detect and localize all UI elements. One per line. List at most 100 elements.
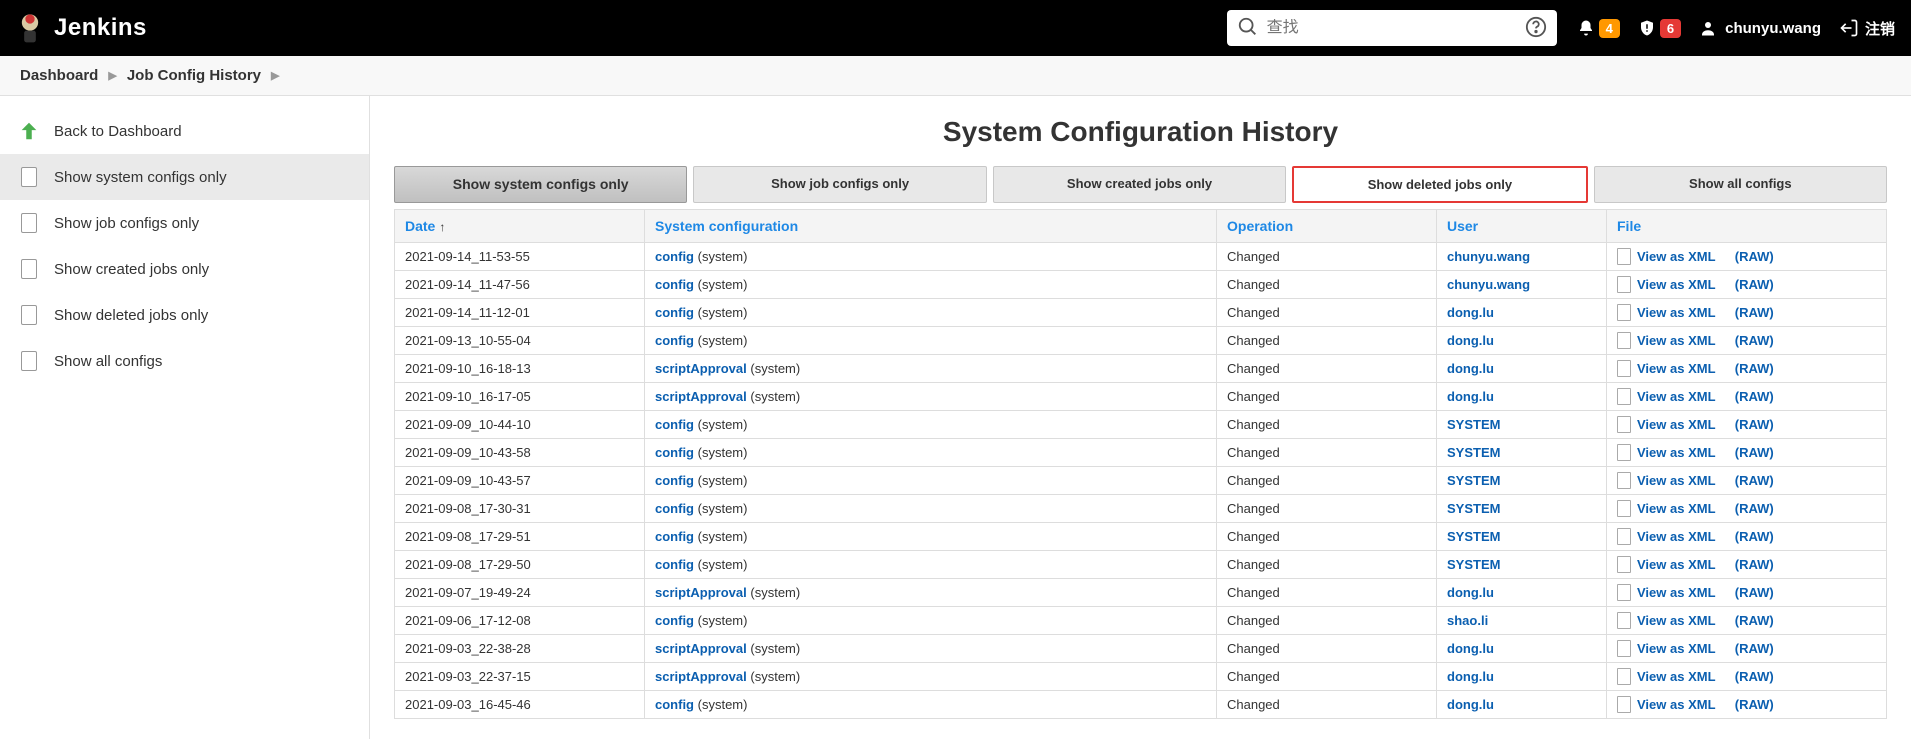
sidebar-item-show-deleted-jobs[interactable]: Show deleted jobs only [0, 292, 369, 338]
notifications[interactable]: 4 [1577, 19, 1620, 38]
sidebar-item-show-all-configs[interactable]: Show all configs [0, 338, 369, 384]
config-link[interactable]: config [655, 333, 694, 348]
user-link[interactable]: SYSTEM [1447, 473, 1500, 488]
search-input[interactable] [1267, 19, 1517, 37]
view-xml-link[interactable]: View as XML [1637, 669, 1716, 684]
view-raw-link[interactable]: (RAW) [1735, 473, 1774, 488]
config-link[interactable]: config [655, 557, 694, 572]
view-xml-link[interactable]: View as XML [1637, 249, 1716, 264]
view-xml-link[interactable]: View as XML [1637, 529, 1716, 544]
filter-button-2[interactable]: Show created jobs only [993, 166, 1286, 203]
sidebar-item-show-system-configs[interactable]: Show system configs only [0, 154, 369, 200]
config-link[interactable]: scriptApproval [655, 641, 747, 656]
view-raw-link[interactable]: (RAW) [1735, 389, 1774, 404]
config-link[interactable]: config [655, 613, 694, 628]
config-link[interactable]: scriptApproval [655, 669, 747, 684]
cell-date: 2021-09-08_17-29-50 [395, 551, 645, 579]
breadcrumb-dashboard[interactable]: Dashboard [20, 67, 98, 84]
th-user[interactable]: User [1447, 218, 1478, 234]
config-link[interactable]: config [655, 249, 694, 264]
user-link[interactable]: dong.lu [1447, 389, 1494, 404]
help-icon[interactable] [1525, 16, 1547, 41]
th-date[interactable]: Date [405, 218, 435, 234]
view-xml-link[interactable]: View as XML [1637, 333, 1716, 348]
config-link[interactable]: config [655, 529, 694, 544]
user-link[interactable]: shao.li [1447, 613, 1488, 628]
config-link[interactable]: config [655, 445, 694, 460]
view-raw-link[interactable]: (RAW) [1735, 557, 1774, 572]
view-raw-link[interactable]: (RAW) [1735, 669, 1774, 684]
view-xml-link[interactable]: View as XML [1637, 305, 1716, 320]
user-link[interactable]: SYSTEM [1447, 501, 1500, 516]
document-icon [1617, 360, 1631, 377]
view-xml-link[interactable]: View as XML [1637, 277, 1716, 292]
config-link[interactable]: config [655, 697, 694, 712]
view-raw-link[interactable]: (RAW) [1735, 585, 1774, 600]
user-link[interactable]: SYSTEM [1447, 445, 1500, 460]
view-xml-link[interactable]: View as XML [1637, 389, 1716, 404]
view-xml-link[interactable]: View as XML [1637, 585, 1716, 600]
view-raw-link[interactable]: (RAW) [1735, 529, 1774, 544]
config-link[interactable]: config [655, 473, 694, 488]
config-link[interactable]: scriptApproval [655, 585, 747, 600]
breadcrumb-page[interactable]: Job Config History [127, 67, 261, 84]
config-link[interactable]: config [655, 417, 694, 432]
user-link[interactable]: SYSTEM [1447, 557, 1500, 572]
user-link[interactable]: chunyu.wang [1447, 249, 1530, 264]
filter-button-3[interactable]: Show deleted jobs only [1292, 166, 1587, 203]
user-link[interactable]: dong.lu [1447, 361, 1494, 376]
user-link[interactable]: dong.lu [1447, 585, 1494, 600]
view-raw-link[interactable]: (RAW) [1735, 333, 1774, 348]
config-link[interactable]: scriptApproval [655, 361, 747, 376]
th-operation[interactable]: Operation [1227, 218, 1293, 234]
view-raw-link[interactable]: (RAW) [1735, 501, 1774, 516]
view-raw-link[interactable]: (RAW) [1735, 697, 1774, 712]
filter-button-4[interactable]: Show all configs [1594, 166, 1887, 203]
logo-link[interactable]: Jenkins [16, 12, 147, 44]
view-xml-link[interactable]: View as XML [1637, 501, 1716, 516]
user-link[interactable]: dong.lu [1447, 305, 1494, 320]
logout-link[interactable]: 注销 [1839, 18, 1895, 39]
cell-operation: Changed [1217, 523, 1437, 551]
view-xml-link[interactable]: View as XML [1637, 473, 1716, 488]
view-xml-link[interactable]: View as XML [1637, 697, 1716, 712]
config-link[interactable]: scriptApproval [655, 389, 747, 404]
cell-operation: Changed [1217, 663, 1437, 691]
user-link[interactable]: dong.lu [1447, 641, 1494, 656]
config-link[interactable]: config [655, 501, 694, 516]
alerts[interactable]: 6 [1638, 19, 1681, 38]
view-raw-link[interactable]: (RAW) [1735, 249, 1774, 264]
view-raw-link[interactable]: (RAW) [1735, 277, 1774, 292]
view-raw-link[interactable]: (RAW) [1735, 361, 1774, 376]
view-raw-link[interactable]: (RAW) [1735, 613, 1774, 628]
config-link[interactable]: config [655, 305, 694, 320]
view-xml-link[interactable]: View as XML [1637, 361, 1716, 376]
view-raw-link[interactable]: (RAW) [1735, 445, 1774, 460]
user-link[interactable]: SYSTEM [1447, 529, 1500, 544]
view-xml-link[interactable]: View as XML [1637, 445, 1716, 460]
view-xml-link[interactable]: View as XML [1637, 557, 1716, 572]
search-box[interactable] [1227, 10, 1557, 46]
sidebar-item-back-to-dashboard[interactable]: Back to Dashboard [0, 108, 369, 154]
sidebar-item-show-job-configs[interactable]: Show job configs only [0, 200, 369, 246]
view-raw-link[interactable]: (RAW) [1735, 417, 1774, 432]
view-xml-link[interactable]: View as XML [1637, 417, 1716, 432]
user-link[interactable]: dong.lu [1447, 333, 1494, 348]
user-link[interactable]: chunyu.wang [1447, 277, 1530, 292]
view-raw-link[interactable]: (RAW) [1735, 305, 1774, 320]
config-link[interactable]: config [655, 277, 694, 292]
filter-button-1[interactable]: Show job configs only [693, 166, 986, 203]
user-link[interactable]: dong.lu [1447, 669, 1494, 684]
view-raw-link[interactable]: (RAW) [1735, 641, 1774, 656]
user-link[interactable]: chunyu.wang [1699, 19, 1821, 37]
sidebar-item-show-created-jobs[interactable]: Show created jobs only [0, 246, 369, 292]
user-link[interactable]: dong.lu [1447, 697, 1494, 712]
document-icon [1617, 640, 1631, 657]
cell-date: 2021-09-13_10-55-04 [395, 327, 645, 355]
view-xml-link[interactable]: View as XML [1637, 641, 1716, 656]
filter-button-0[interactable]: Show system configs only [394, 166, 687, 203]
view-xml-link[interactable]: View as XML [1637, 613, 1716, 628]
user-link[interactable]: SYSTEM [1447, 417, 1500, 432]
th-file[interactable]: File [1617, 218, 1641, 234]
th-config[interactable]: System configuration [655, 218, 798, 234]
